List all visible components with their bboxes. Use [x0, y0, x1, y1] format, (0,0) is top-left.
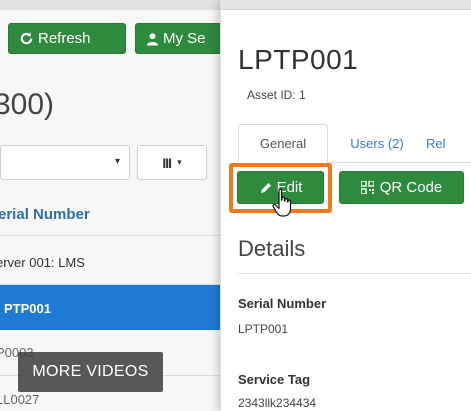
- panel-top-bar: [221, 0, 471, 10]
- my-searches-label: My Se: [163, 30, 206, 47]
- top-bar: [0, 0, 240, 10]
- table-row-label: PTP001: [4, 301, 51, 316]
- qr-code-label: QR Code: [379, 179, 443, 196]
- user-icon: [146, 32, 159, 45]
- qr-code-button[interactable]: QR Code: [339, 171, 464, 204]
- table-row-selected[interactable]: PTP001: [0, 285, 240, 330]
- refresh-label: Refresh: [38, 30, 91, 47]
- details-heading: Details: [238, 236, 306, 261]
- filter-select[interactable]: ▾: [0, 145, 130, 180]
- tab-general[interactable]: General: [238, 124, 328, 163]
- tab-related[interactable]: Rel: [426, 124, 471, 163]
- asset-detail-panel: LPTP001 Asset ID: 1 General Users (2) Re…: [220, 0, 471, 411]
- hand-pointer-icon: [272, 188, 292, 217]
- table-row[interactable]: LL0027: [0, 392, 39, 407]
- detail-tabs: General Users (2) Rel: [238, 124, 471, 163]
- service-tag-label: Service Tag: [238, 372, 311, 387]
- chevron-down-icon: ▾: [114, 156, 120, 167]
- chevron-down-icon: ▾: [177, 157, 182, 167]
- column-header-serial-number[interactable]: erial Number: [0, 206, 90, 223]
- refresh-button[interactable]: Refresh: [8, 23, 126, 54]
- row-divider: [0, 235, 240, 236]
- serial-number-label: Serial Number: [238, 296, 327, 311]
- more-videos-overlay-button[interactable]: MORE VIDEOS: [18, 352, 163, 392]
- columns-icon: III: [162, 154, 172, 171]
- asset-title: LPTP001: [238, 44, 359, 75]
- qr-code-icon: [360, 181, 374, 194]
- list-count-title: 300): [0, 88, 55, 121]
- details-divider: [238, 273, 471, 274]
- serial-number-value: LPTP001: [238, 322, 289, 336]
- columns-dropdown-button[interactable]: III ▾: [137, 145, 207, 180]
- table-row[interactable]: erver 001: LMS: [0, 255, 85, 270]
- asset-id: Asset ID: 1: [247, 88, 306, 102]
- service-tag-value: 2343llk234434: [238, 396, 317, 410]
- background-page: Refresh My Se 300) ▾ III ▾ erial Number …: [0, 0, 240, 411]
- refresh-icon: [20, 32, 33, 45]
- pencil-icon: [260, 182, 271, 193]
- tab-users[interactable]: Users (2): [342, 124, 412, 163]
